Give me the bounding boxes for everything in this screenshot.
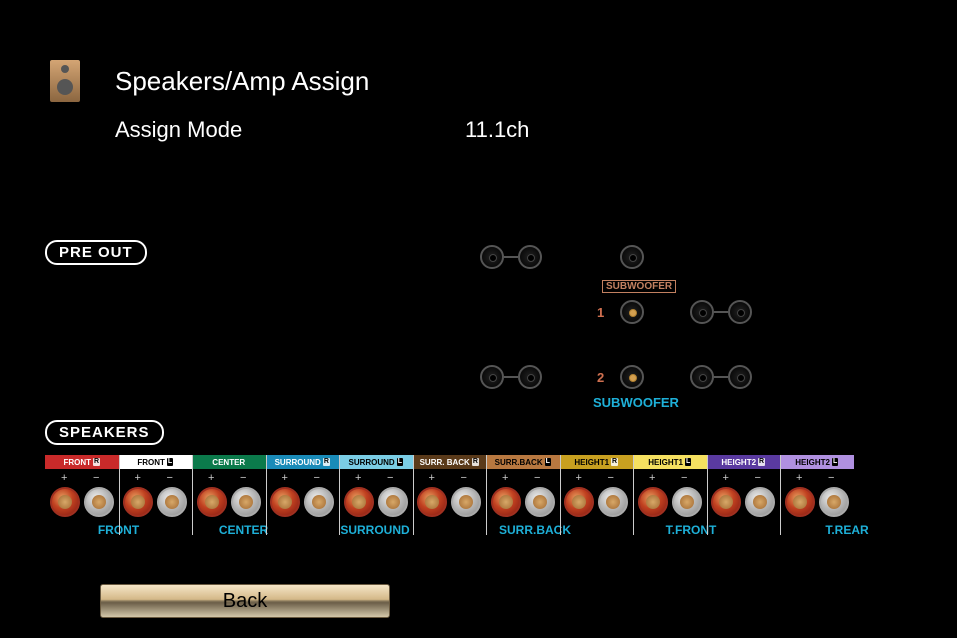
binding-post-pair-6: +−	[486, 473, 560, 517]
binding-post-pair-2: +−	[192, 473, 266, 517]
subwoofer-label: SUBWOOFER	[593, 395, 679, 410]
terminal-bar-seg-10: HEIGHT2L	[780, 455, 854, 469]
speaker-group-label-t-front: T.FRONT	[615, 523, 767, 537]
binding-post-pos	[50, 487, 80, 517]
speaker-group-label-surround: SURROUND	[295, 523, 455, 537]
binding-post-neg	[304, 487, 334, 517]
page-title: Speakers/Amp Assign	[115, 66, 369, 97]
assign-mode-row[interactable]: Assign Mode 11.1ch	[0, 102, 957, 143]
assign-mode-label: Assign Mode	[115, 117, 465, 143]
binding-post-neg	[157, 487, 187, 517]
speaker-group-label-t-rear: T.REAR	[767, 523, 927, 537]
preout-section-label: PRE OUT	[45, 240, 147, 265]
assign-mode-value: 11.1ch	[465, 117, 529, 143]
speaker-group-label-center: CENTER	[192, 523, 295, 537]
binding-post-pos	[344, 487, 374, 517]
subwoofer-1-num: 1	[597, 305, 604, 320]
terminal-bar-seg-9: HEIGHT2R	[707, 455, 781, 469]
speakers-section-label: SPEAKERS	[45, 420, 164, 445]
binding-post-pos	[491, 487, 521, 517]
binding-post-pair-0: +−	[45, 473, 119, 517]
binding-post-neg	[84, 487, 114, 517]
binding-post-pair-5: +−	[413, 473, 487, 517]
binding-post-neg	[231, 487, 261, 517]
subwoofer-2-jack	[620, 365, 644, 389]
terminal-bar-seg-6: SURR.BACKL	[486, 455, 560, 469]
subwoofer-2-num: 2	[597, 370, 604, 385]
binding-post-pos	[711, 487, 741, 517]
binding-post-neg	[672, 487, 702, 517]
terminal-bar-seg-1: FRONTL	[119, 455, 193, 469]
terminal-bar-seg-8: HEIGHT1L	[633, 455, 707, 469]
terminal-bar-seg-3: SURROUNDR	[266, 455, 340, 469]
binding-post-pair-8: +−	[633, 473, 707, 517]
subwoofer-box-label: SUBWOOFER	[602, 280, 676, 293]
binding-post-pair-4: +−	[339, 473, 413, 517]
binding-post-pos	[638, 487, 668, 517]
back-button-label: Back	[223, 590, 267, 613]
speaker-icon	[50, 60, 80, 102]
binding-post-neg	[745, 487, 775, 517]
binding-post-pos	[785, 487, 815, 517]
binding-post-pair-1: +−	[119, 473, 193, 517]
binding-post-pair-3: +−	[266, 473, 340, 517]
subwoofer-1-jack	[620, 300, 644, 324]
terminal-bar-seg-7: HEIGHT1R	[560, 455, 634, 469]
binding-post-pair-7: +−	[560, 473, 634, 517]
binding-post-neg	[525, 487, 555, 517]
binding-post-neg	[819, 487, 849, 517]
binding-post-pair-10: +−	[780, 473, 854, 517]
binding-post-pos	[270, 487, 300, 517]
binding-post-pos	[417, 487, 447, 517]
speaker-terminal-strip: FRONTRFRONTLCENTERSURROUNDRSURROUNDLSURR…	[45, 455, 927, 537]
binding-post-neg	[598, 487, 628, 517]
back-button[interactable]: Back	[100, 584, 390, 618]
terminal-bar-seg-5: SURR. BACKR	[413, 455, 487, 469]
terminal-bar-seg-2: CENTER	[192, 455, 266, 469]
binding-post-pos	[197, 487, 227, 517]
terminal-bar-seg-4: SURROUNDL	[339, 455, 413, 469]
binding-post-neg	[451, 487, 481, 517]
binding-post-pair-9: +−	[707, 473, 781, 517]
binding-post-pos	[564, 487, 594, 517]
terminal-bar-seg-0: FRONTR	[45, 455, 119, 469]
binding-post-neg	[378, 487, 408, 517]
binding-post-pos	[123, 487, 153, 517]
speaker-group-label-surr-back: SURR.BACK	[455, 523, 615, 537]
